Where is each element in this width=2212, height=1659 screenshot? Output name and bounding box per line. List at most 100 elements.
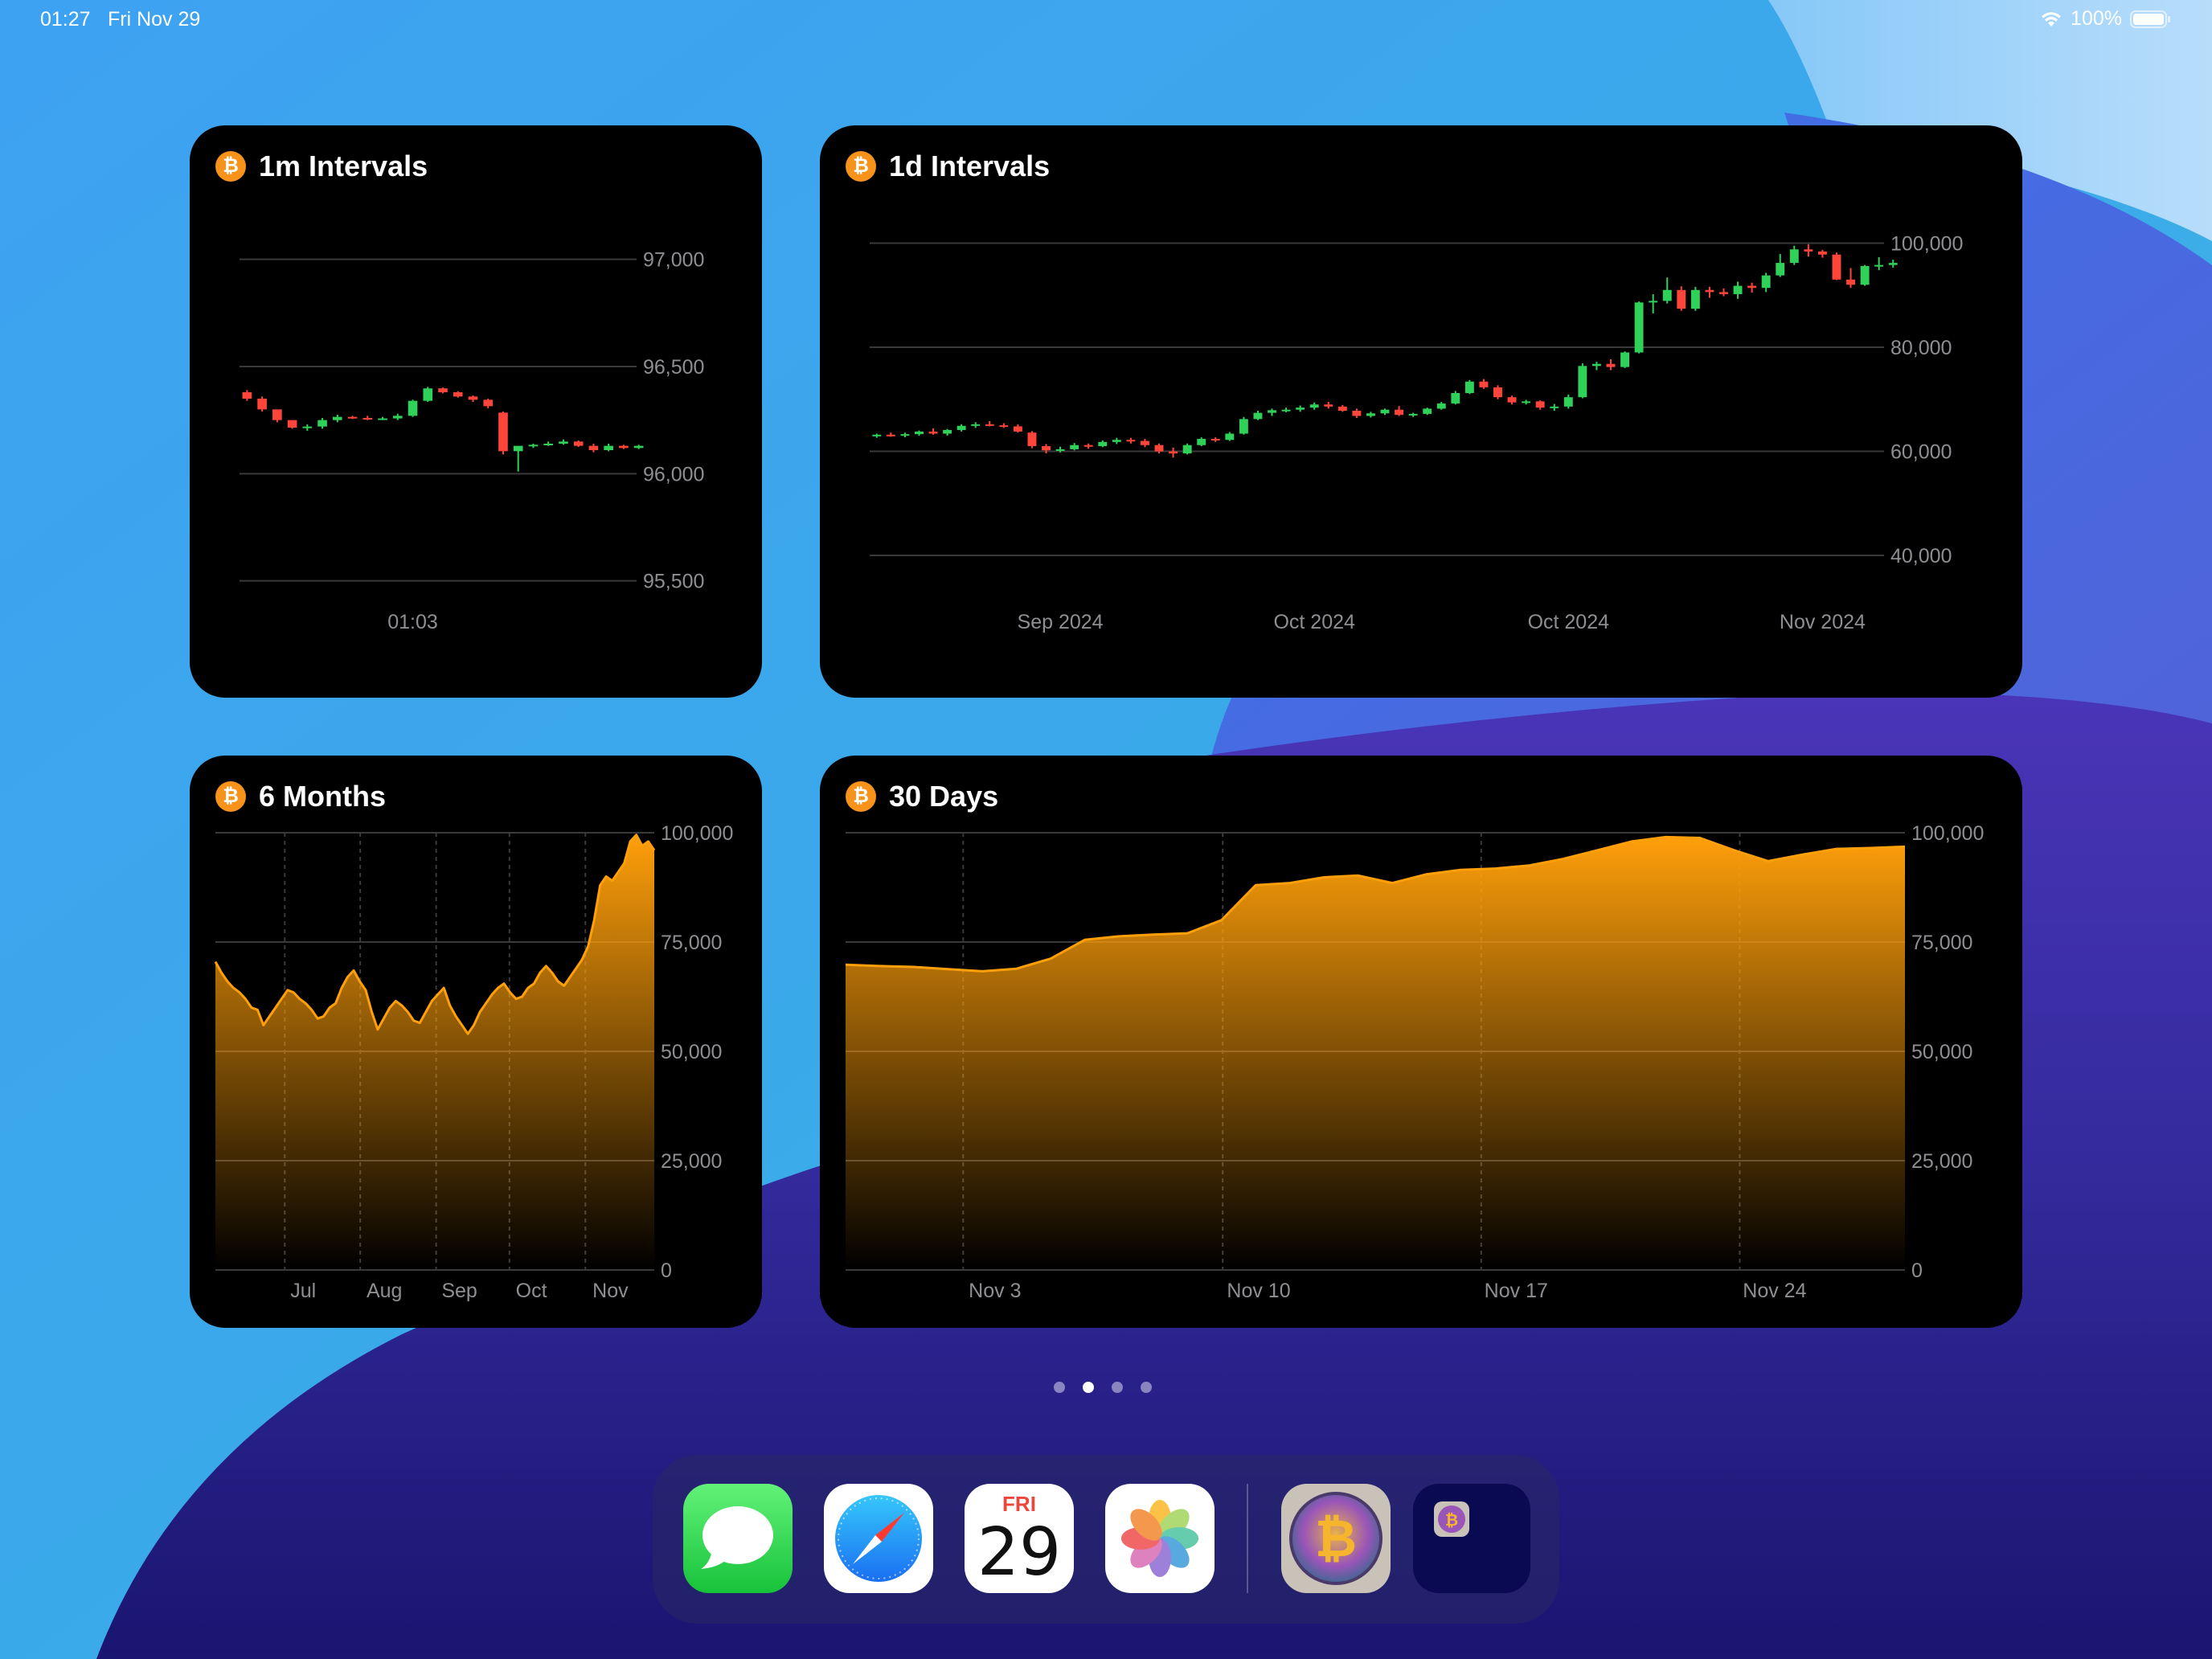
candlestick-chart: 100,000 80,000 60,000 40,000 Sep 2024 Oct 202… <box>870 232 1963 633</box>
svg-text:₿: ₿ <box>1445 1510 1458 1530</box>
widget-30-days[interactable]: ₿ 30 Days 100,000 75,000 50,000 25,000 0 Nov … <box>820 756 2022 1328</box>
x-tick-label: Jul <box>290 1280 316 1302</box>
candle-body <box>1309 404 1319 408</box>
candle-body <box>1789 249 1799 264</box>
x-tick-label: Oct 2024 <box>1273 611 1355 633</box>
y-tick-label: 0 <box>1911 1260 1923 1282</box>
candle-body <box>1210 438 1220 440</box>
page-dot[interactable] <box>1112 1382 1123 1393</box>
status-bar: 01:27 Fri Nov 29 100% <box>0 0 2212 39</box>
candle-body <box>242 392 252 399</box>
candle-body <box>1182 444 1192 454</box>
candle-body <box>604 445 613 450</box>
candle-body <box>1507 397 1517 403</box>
candle-body <box>1436 403 1446 409</box>
y-tick-label: 0 <box>661 1260 672 1282</box>
y-tick-label: 40,000 <box>1890 545 1952 567</box>
status-date: Fri Nov 29 <box>108 8 201 31</box>
candle-body <box>1649 301 1658 303</box>
photos-icon[interactable] <box>1105 1484 1215 1593</box>
candle-body <box>1479 381 1489 387</box>
x-tick-label: Nov 2024 <box>1780 611 1866 633</box>
page-dot-active[interactable] <box>1083 1382 1094 1393</box>
candle-body <box>1055 449 1065 451</box>
x-tick-label: Nov 10 <box>1227 1280 1290 1302</box>
candle-body <box>1141 440 1149 445</box>
area-fill <box>846 837 1905 1270</box>
candle-body <box>1464 381 1474 393</box>
candle-body <box>1690 289 1700 309</box>
widget-1d-intervals[interactable]: ₿ 1d Intervals 100,000 80,000 60,000 40,000… <box>820 125 2022 698</box>
candle-body <box>317 420 327 427</box>
widget-1m-intervals[interactable]: ₿ 1m Intervals 97,000 96,500 96,000 95,500 0… <box>190 125 762 698</box>
candle-body <box>985 424 994 426</box>
candle-body <box>1550 406 1559 408</box>
candle-body <box>1126 440 1136 442</box>
candle-body <box>1888 263 1898 265</box>
y-tick-label: 100,000 <box>661 822 733 845</box>
area-chart: 100,000 75,000 50,000 25,000 0 Jul Aug Sep Oct No… <box>214 822 733 1302</box>
candle-body <box>573 441 584 446</box>
candle-body <box>347 416 358 419</box>
widget-6-months[interactable]: ₿ 6 Months 100,000 75,000 50,000 25,000 0 Jul… <box>190 756 762 1328</box>
x-tick-label: Nov 24 <box>1743 1280 1806 1302</box>
candle-body <box>1535 401 1545 408</box>
y-tick-label: 100,000 <box>1890 232 1963 255</box>
page-indicator[interactable] <box>1054 1382 1152 1393</box>
messages-icon[interactable] <box>683 1484 793 1593</box>
app-library-icon[interactable]: ₿ <box>1413 1484 1530 1593</box>
candle-body <box>543 444 553 445</box>
candle-body <box>1070 444 1079 449</box>
candle-body <box>1747 285 1757 289</box>
candle-body <box>257 399 267 410</box>
candle-body <box>1027 432 1037 447</box>
x-tick-label: Aug <box>367 1280 402 1302</box>
candle-body <box>1451 392 1460 403</box>
svg-text:₿: ₿ <box>1315 1509 1357 1569</box>
candlestick-chart: 97,000 96,500 96,000 95,500 01:03 <box>240 249 704 633</box>
candle-body <box>483 399 494 407</box>
candle-body <box>1860 265 1870 285</box>
candle-body <box>915 431 924 435</box>
battery-percentage: 100% <box>2071 7 2122 30</box>
candle-body <box>1563 397 1573 407</box>
candle-body <box>1874 264 1884 267</box>
candle-body <box>287 420 297 428</box>
calendar-icon[interactable]: FRI 29 <box>965 1484 1074 1593</box>
candle-body <box>1013 426 1022 432</box>
bitcoin-app-icon[interactable]: ₿ <box>1281 1484 1391 1593</box>
candle-body <box>1169 451 1178 454</box>
candle-body <box>1804 249 1813 252</box>
area-chart: 100,000 75,000 50,000 25,000 0 Nov 3 Nov 10 Nov… <box>845 822 1984 1302</box>
candle-body <box>1042 446 1051 451</box>
candle-body <box>513 445 523 452</box>
y-tick-label: 50,000 <box>661 1041 722 1063</box>
candle-body <box>1408 413 1418 416</box>
candle-body <box>1366 413 1375 416</box>
safari-icon[interactable] <box>824 1484 933 1593</box>
page-dot[interactable] <box>1054 1382 1065 1393</box>
candle-body <box>1423 408 1432 414</box>
candle-body <box>1197 438 1206 445</box>
candle-body <box>1761 275 1771 289</box>
y-tick-label: 96,000 <box>643 463 704 485</box>
candle-body <box>1817 251 1827 255</box>
candle-body <box>1522 401 1531 403</box>
page-dot[interactable] <box>1141 1382 1152 1393</box>
y-tick-label: 50,000 <box>1911 1041 1972 1063</box>
candle-body <box>1324 404 1333 407</box>
y-tick-label: 25,000 <box>661 1150 722 1173</box>
y-tick-label: 97,000 <box>643 249 704 272</box>
candle-body <box>1846 279 1855 285</box>
candle-body <box>1225 433 1235 440</box>
candle-body <box>1776 263 1785 276</box>
y-tick-label: 75,000 <box>1911 932 1972 954</box>
y-tick-label: 96,500 <box>643 356 704 379</box>
candle-body <box>302 426 313 428</box>
candle-body <box>1268 410 1276 413</box>
candle-body <box>1281 409 1291 412</box>
candle-body <box>528 444 539 447</box>
candle-body <box>378 418 387 420</box>
candle-body <box>1634 302 1644 353</box>
x-tick-label: Sep 2024 <box>1018 611 1104 633</box>
